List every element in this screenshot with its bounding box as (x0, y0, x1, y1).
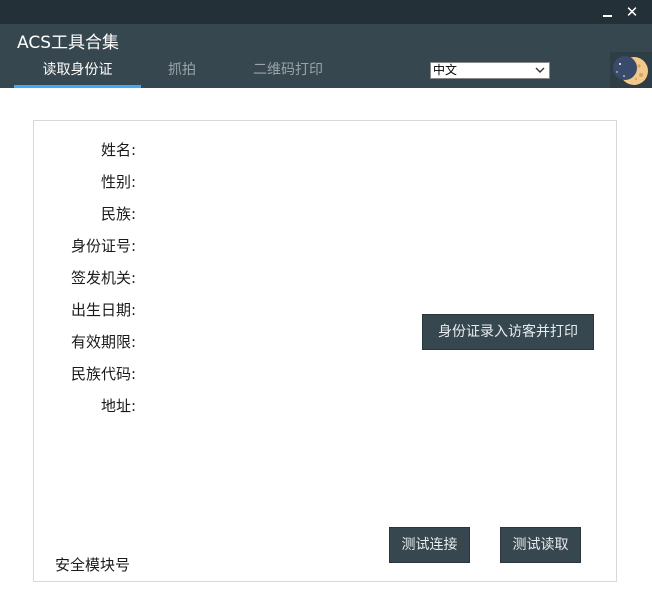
language-select-value: 中文 (433, 63, 458, 77)
register-visitor-print-button[interactable]: 身份证录入访客并打印 (422, 314, 594, 350)
address-label: 地址: (100, 397, 136, 415)
test-connect-button[interactable]: 测试连接 (389, 527, 470, 563)
tab-read-id-card[interactable]: 读取身份证 (14, 58, 141, 86)
tab-qrcode-print[interactable]: 二维码打印 (236, 58, 340, 86)
minimize-icon (603, 15, 612, 17)
birth-date-label: 出生日期: (70, 301, 136, 319)
app-title: ACS工具合集 (17, 33, 119, 53)
avatar[interactable] (610, 52, 652, 88)
ethnicity-code-label: 民族代码: (70, 365, 136, 383)
gender-label: 性别: (100, 173, 136, 191)
minimize-button[interactable] (598, 2, 618, 22)
security-module-label: 安全模块号 (55, 556, 131, 574)
validity-period-label: 有效期限: (70, 333, 136, 351)
close-button[interactable]: ✕ (622, 2, 642, 22)
name-label: 姓名: (100, 141, 136, 159)
id-number-label: 身份证号: (70, 237, 136, 255)
active-tab-indicator (14, 85, 141, 88)
window-titlebar: ✕ (0, 0, 652, 24)
chevron-down-icon (535, 67, 545, 73)
tab-snapshot[interactable]: 抓拍 (150, 58, 214, 86)
close-icon: ✕ (625, 3, 639, 21)
moon-night-icon (610, 52, 652, 88)
test-read-button[interactable]: 测试读取 (500, 527, 581, 563)
language-select[interactable]: 中文 (430, 62, 550, 79)
issuing-authority-label: 签发机关: (70, 269, 136, 287)
ethnicity-label: 民族: (100, 205, 136, 223)
